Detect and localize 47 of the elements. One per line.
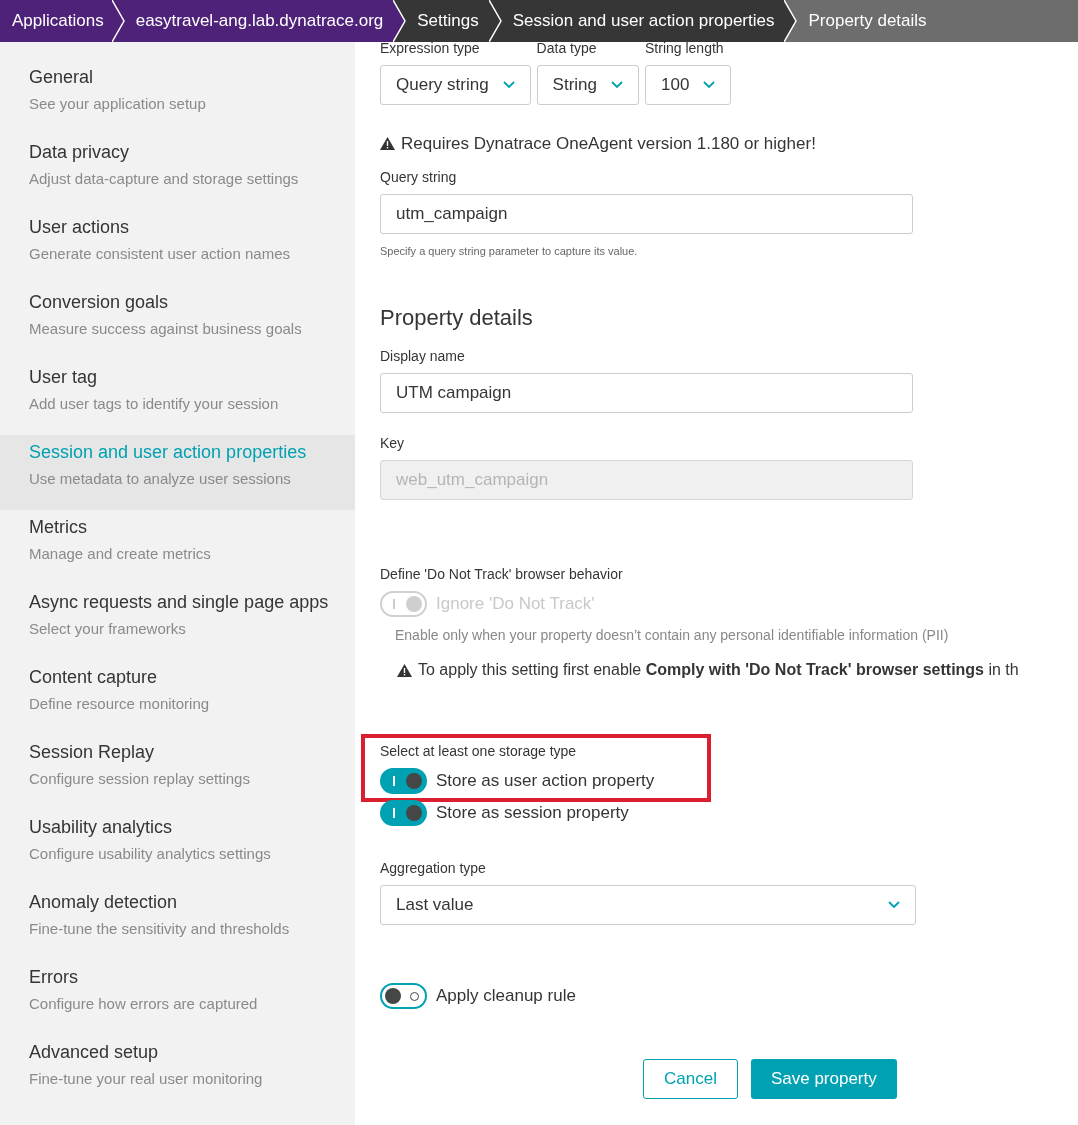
hint-text: Specify a query string parameter to capture its value. <box>380 243 639 259</box>
sidebar-item[interactable]: User actions Generate consistent user action names <box>0 210 355 285</box>
sidebar-item[interactable]: Anomaly detection Fine-tune the sensitivity and thresholds <box>0 885 355 960</box>
field-label: Query string <box>380 167 458 187</box>
sidebar-item[interactable]: Metrics Manage and create metrics <box>0 510 355 585</box>
sidebar-item[interactable]: Usability analytics Configure usability analytics settings <box>0 810 355 885</box>
sidebar-item[interactable]: Advanced setup Fine-tune your real user monitoring <box>0 1035 355 1110</box>
field-label: Aggregation type <box>380 859 487 878</box>
dropdown[interactable]: 100 <box>645 65 732 105</box>
chevron-down-icon <box>611 81 623 89</box>
sidebar-item[interactable]: Data privacy Adjust data-capture and storage settings <box>0 135 355 210</box>
info-text: Enable only when your property doesn’t contain any personal identifiable information (PII) <box>395 626 950 645</box>
toggle-switch[interactable] <box>380 983 427 1009</box>
dropdown[interactable]: Last value <box>380 885 916 925</box>
warning-text: Requires Dynatrace OneAgent version 1.180 or higher! <box>401 133 816 155</box>
sidebar-item[interactable]: Async requests and single page apps Select your frameworks <box>0 585 355 660</box>
sidebar-item[interactable]: General See your application setup <box>0 60 355 135</box>
breadcrumb-link[interactable]: Applications <box>0 0 112 42</box>
toggle-label: Store as session property <box>436 802 629 825</box>
section-heading: Property details <box>380 304 534 332</box>
breadcrumb-link[interactable]: Settings <box>407 0 489 42</box>
field-label: Select at least one storage type <box>380 742 578 761</box>
field-label: Key <box>380 434 406 453</box>
warning-icon <box>397 663 412 677</box>
chevron-down-icon <box>703 81 716 89</box>
field-label: Define 'Do Not Track' browser behavior <box>380 565 624 584</box>
field-label: Expression type <box>380 39 481 58</box>
sidebar-item[interactable]: Content capture Define resource monitoring <box>0 660 355 735</box>
chevron-down-icon <box>888 901 900 909</box>
input-field[interactable]: UTM campaign <box>380 373 913 413</box>
chevron-down-icon <box>502 81 515 89</box>
field-label: String length <box>645 39 725 58</box>
toggle-label: Apply cleanup rule <box>436 985 576 1008</box>
toggle-label: Store as user action property <box>436 770 655 793</box>
warning-icon <box>380 137 395 151</box>
dropdown[interactable]: Query string <box>380 65 531 105</box>
sidebar-item[interactable]: Conversion goals Measure success against business goals <box>0 285 355 360</box>
toggle-switch[interactable] <box>380 800 427 826</box>
input-field[interactable]: utm_campaign <box>380 193 913 234</box>
toggle-switch[interactable] <box>380 768 427 794</box>
warning-text: To apply this setting first enable Comply with 'Do Not Track' browser settings in th <box>418 660 1019 680</box>
sidebar-item[interactable]: User tag Add user tags to identify your session <box>0 360 355 435</box>
field-label: Display name <box>380 347 466 366</box>
field-label: Data type <box>536 39 598 58</box>
sidebar-item[interactable]: Errors Configure how errors are captured <box>0 960 355 1035</box>
dropdown[interactable]: String <box>536 65 639 105</box>
sidebar-item[interactable]: Session Replay Configure session replay settings <box>0 735 355 810</box>
